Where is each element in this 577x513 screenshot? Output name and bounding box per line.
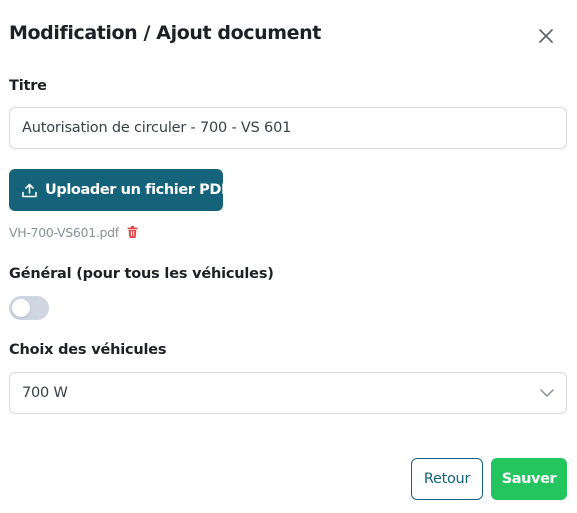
uploaded-file: VH-700-VS601.pdf [9,223,138,241]
toggle-knob [12,299,30,317]
dialog-title: Modification / Ajout document [9,22,321,44]
title-input[interactable] [9,107,567,149]
trash-icon[interactable] [127,226,138,238]
general-toggle[interactable] [9,296,49,320]
upload-label: Uploader un fichier PDF [45,182,231,198]
vehicles-select[interactable]: 700 W [9,372,567,414]
file-name-link[interactable]: VH-700-VS601.pdf [9,225,119,240]
upload-pdf-button[interactable]: Uploader un fichier PDF [9,169,231,211]
vehicles-label: Choix des véhicules [9,342,167,358]
save-button[interactable]: Sauver [491,458,567,500]
general-label: Général (pour tous les véhicules) [9,266,274,282]
back-button[interactable]: Retour [411,458,483,500]
chevron-down-icon [540,389,554,397]
document-dialog: Modification / Ajout document Titre Uplo… [0,0,577,513]
close-icon [539,29,553,43]
close-button[interactable] [534,24,558,48]
vehicles-selected-value: 700 W [22,385,68,401]
title-label: Titre [9,78,47,94]
upload-icon [21,182,38,199]
